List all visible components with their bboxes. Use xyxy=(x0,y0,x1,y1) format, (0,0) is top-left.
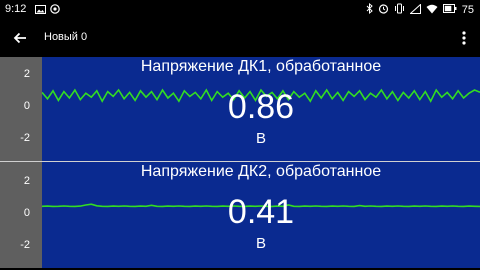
y-axis: 2 0 -2 xyxy=(0,162,42,268)
wifi-icon xyxy=(426,4,438,17)
image-icon xyxy=(35,4,46,17)
current-value: 0.86 xyxy=(227,88,295,126)
app-bar: Новый 0 xyxy=(0,20,480,56)
back-arrow-icon xyxy=(13,32,26,44)
status-right-icons: 75 xyxy=(366,2,474,17)
y-tick-label: -2 xyxy=(20,239,30,251)
battery-percent: 75 xyxy=(461,4,474,16)
value-unit: В xyxy=(255,235,266,252)
plot-area: Напряжение ДК1, обработанное 0.86 В xyxy=(42,57,480,163)
y-axis: 2 0 -2 xyxy=(0,57,42,163)
status-left-icons xyxy=(35,4,60,17)
whatsapp-icon xyxy=(50,4,60,17)
back-button[interactable] xyxy=(8,26,32,50)
page-title: Новый 0 xyxy=(44,31,88,43)
value-unit: В xyxy=(255,130,266,147)
y-tick-label: 2 xyxy=(23,175,30,187)
panel-title: Напряжение ДК1, обработанное xyxy=(140,58,382,75)
status-bar: 9:12 75 xyxy=(0,0,480,20)
gauge-panel-1[interactable]: 2 0 -2 Напряжение ДК1, обработанное 0.86… xyxy=(0,57,480,163)
plot-area: Напряжение ДК2, обработанное 0.41 В xyxy=(42,162,480,268)
panel-title: Напряжение ДК2, обработанное xyxy=(140,163,382,180)
y-tick-label: 2 xyxy=(23,68,30,80)
overflow-menu-button[interactable] xyxy=(456,26,472,50)
battery-icon xyxy=(442,4,457,16)
current-value: 0.41 xyxy=(227,193,295,231)
gauge-panel-2[interactable]: 2 0 -2 Напряжение ДК2, обработанное 0.41… xyxy=(0,162,480,268)
vibrate-icon xyxy=(394,3,405,17)
status-time: 9:12 xyxy=(5,3,27,15)
y-tick-label: 0 xyxy=(23,207,30,219)
signal-icon xyxy=(408,2,421,17)
bluetooth-icon xyxy=(366,2,373,17)
more-vert-icon xyxy=(462,31,466,45)
alarm-icon xyxy=(378,3,389,17)
y-tick-label: -2 xyxy=(20,132,30,144)
y-tick-label: 0 xyxy=(23,100,30,112)
